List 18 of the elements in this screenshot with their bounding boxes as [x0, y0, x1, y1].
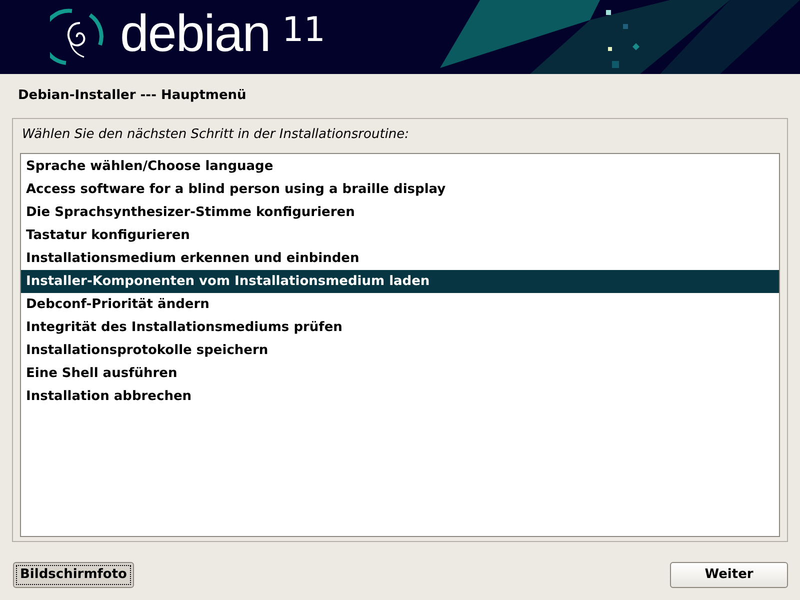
menu-item[interactable]: Installationsmedium erkennen und einbinden: [21, 246, 779, 270]
logo-text: debian: [120, 8, 270, 60]
swirl-logo-icon: [50, 7, 106, 67]
prompt-text: Wählen Sie den nächsten Schritt in der Installationsroutine:: [22, 127, 410, 142]
screenshot-button[interactable]: Bildschirmfoto: [13, 562, 134, 588]
menu-item[interactable]: Debconf-Priorität ändern: [21, 292, 779, 316]
menu-item[interactable]: Access software for a blind person using a braille display: [21, 178, 779, 200]
menu-item[interactable]: Installation abbrechen: [21, 384, 779, 408]
window-title: Debian-Installer --- Hauptmenü: [18, 88, 246, 103]
menu-item[interactable]: Installer-Komponenten vom Installationsmedium laden: [21, 270, 779, 292]
menu-item[interactable]: Eine Shell ausführen: [21, 362, 779, 384]
menu-item[interactable]: Sprache wählen/Choose language: [21, 154, 779, 178]
menu-item[interactable]: Integrität des Installationsmediums prüfen: [21, 316, 779, 338]
menu-item[interactable]: Die Sprachsynthesizer-Stimme konfigurieren: [21, 200, 779, 224]
menu-item[interactable]: Installationsprotokolle speichern: [21, 338, 779, 362]
continue-button[interactable]: Weiter: [670, 562, 788, 588]
menu-item[interactable]: Tastatur konfigurieren: [21, 224, 779, 246]
version-text: 11: [282, 13, 326, 47]
